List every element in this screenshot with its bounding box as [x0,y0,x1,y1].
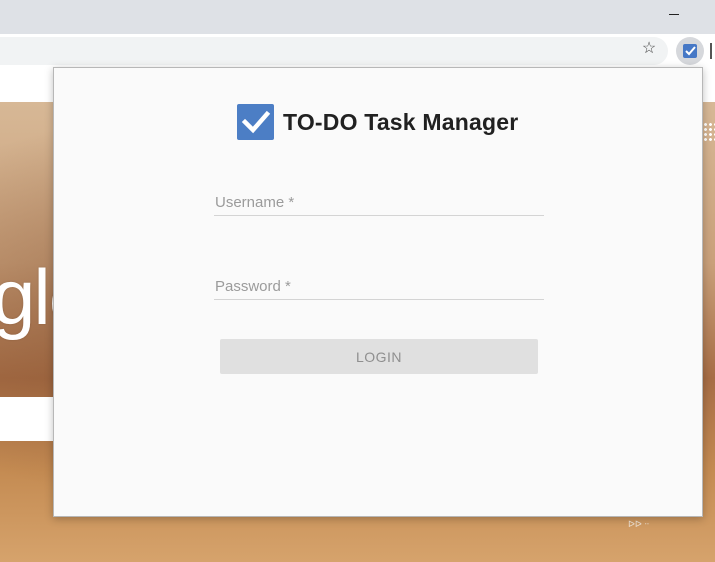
apps-grid-icon[interactable] [703,122,715,142]
bookmark-star-icon[interactable]: ☆ [640,40,658,58]
password-field[interactable]: Password * [214,269,548,301]
address-bar[interactable] [0,37,668,65]
minimize-window-button[interactable] [669,10,679,20]
browser-toolbar: ☆ [0,34,715,68]
background-corner-text: ᐅᐅ ᐧᐧ [628,519,649,529]
todo-extension-button[interactable] [676,37,704,65]
login-button[interactable]: LOGIN [220,339,538,374]
check-icon [685,46,696,56]
app-title: TO-DO Task Manager [283,108,519,135]
background-search-box [0,397,60,441]
username-field[interactable]: Username * [214,185,548,217]
password-input[interactable] [214,269,548,301]
app-logo-checkbox-icon [237,104,274,140]
username-input[interactable] [214,185,548,217]
app-header: TO-DO Task Manager [237,103,518,141]
extension-popup: TO-DO Task Manager Username * Password *… [53,67,703,517]
browser-titlebar [0,0,715,34]
browser-menu-icon[interactable] [710,43,712,59]
logo-check-icon [241,110,271,134]
